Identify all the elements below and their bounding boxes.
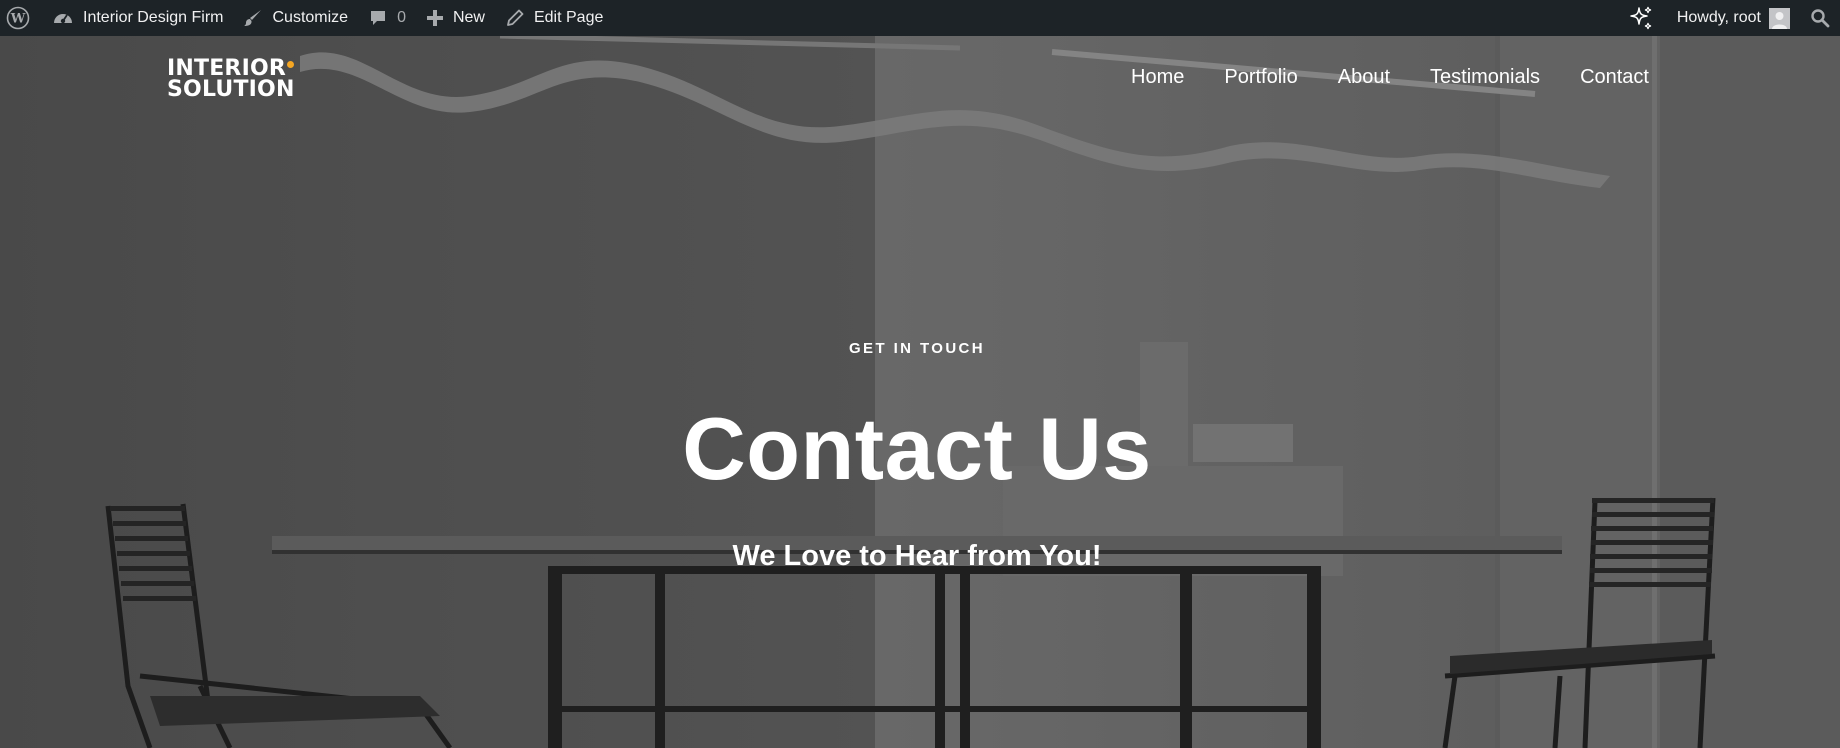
new-label: New [452, 9, 485, 26]
hero-section: INTERIOR SOLUTION Home Portfolio About T… [0, 36, 1840, 748]
hero-background-image [0, 36, 1840, 748]
site-name-link[interactable]: Interior Design Firm [42, 0, 233, 36]
plus-icon [426, 9, 444, 27]
admin-search-button[interactable] [1810, 0, 1840, 36]
pencil-icon [505, 8, 525, 28]
search-icon [1810, 8, 1830, 28]
howdy-label: Howdy, root [1676, 9, 1761, 26]
dashboard-gauge-icon [52, 8, 74, 28]
hero-subtitle: We Love to Hear from You! [732, 540, 1102, 572]
nav-item-portfolio[interactable]: Portfolio [1224, 66, 1297, 89]
my-account-link[interactable]: Howdy, root [1663, 0, 1810, 36]
sparkles-icon [1627, 4, 1655, 32]
admin-bar-secondary: Howdy, root [1617, 0, 1840, 36]
customize-link[interactable]: Customize [233, 0, 358, 36]
paintbrush-icon [243, 8, 263, 28]
logo-line-2: SOLUTION [167, 77, 295, 102]
svg-text:W: W [10, 12, 26, 27]
nav-item-contact[interactable]: Contact [1580, 66, 1649, 89]
edit-page-link[interactable]: Edit Page [495, 0, 613, 36]
nav-item-testimonials[interactable]: Testimonials [1430, 66, 1540, 89]
site-name-label: Interior Design Firm [83, 9, 224, 26]
edit-page-label: Edit Page [533, 9, 604, 26]
wordpress-logo-button[interactable]: W [0, 0, 42, 36]
avatar [1769, 7, 1790, 29]
customize-label: Customize [272, 9, 349, 26]
comments-count: 0 [397, 9, 406, 26]
wordpress-logo-icon: W [6, 6, 30, 30]
new-content-link[interactable]: New [416, 0, 495, 36]
main-navigation: Home Portfolio About Testimonials Contac… [1131, 66, 1649, 89]
site-header: INTERIOR SOLUTION Home Portfolio About T… [0, 36, 1840, 126]
admin-bar: W Interior Design Firm Customize 0 New E… [0, 0, 1840, 36]
site-logo[interactable]: INTERIOR SOLUTION [167, 58, 295, 102]
comments-link[interactable]: 0 [358, 0, 416, 36]
hero-eyebrow: GET IN TOUCH [848, 340, 986, 357]
comment-bubble-icon [368, 8, 388, 28]
logo-dot [287, 61, 295, 68]
nav-item-home[interactable]: Home [1131, 66, 1184, 89]
ai-assistant-button[interactable] [1617, 0, 1663, 36]
logo-line-1: INTERIOR [167, 58, 295, 80]
nav-item-about[interactable]: About [1338, 66, 1390, 89]
page-title: Contact Us [682, 399, 1152, 498]
